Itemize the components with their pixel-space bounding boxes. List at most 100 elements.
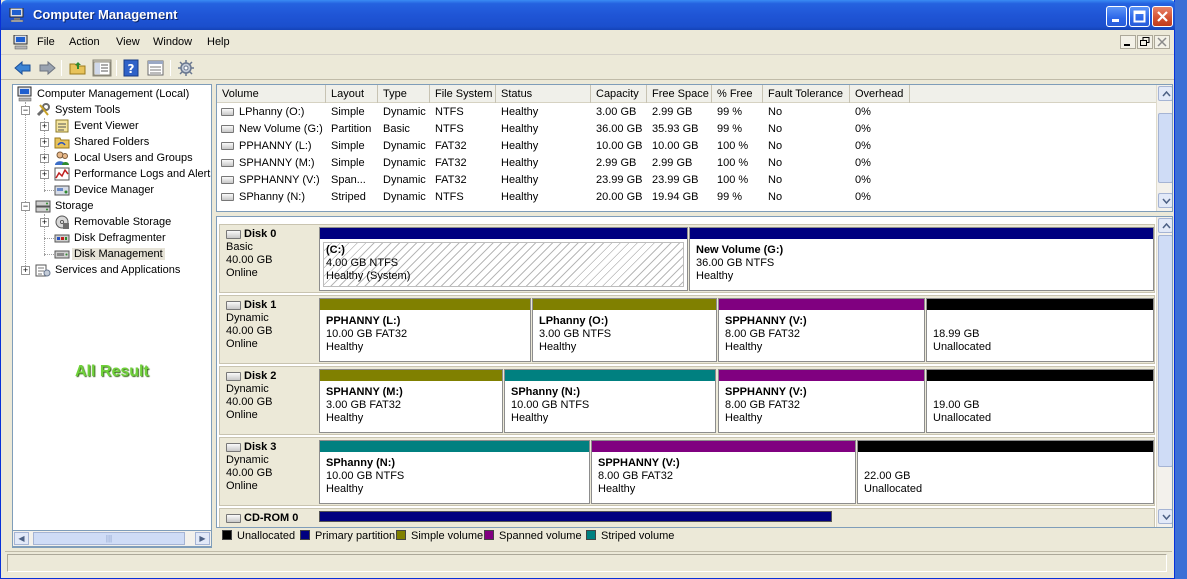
computer-icon[interactable] [13, 35, 29, 50]
partition-text: 18.99 GB Unallocated [933, 315, 991, 354]
partition[interactable]: SPPHANNY (V:) 8.00 GB FAT32 Healthy [718, 298, 925, 362]
column-header-file-system[interactable]: File System [430, 85, 496, 103]
disk-row-3[interactable]: Disk 3 Dynamic 40.00 GB Online SPhanny (N:) 1… [219, 437, 1155, 506]
column-header-capacity[interactable]: Capacity [591, 85, 647, 103]
volume-row[interactable]: SPHANNY (M:) Simple Dynamic FAT32 Healthy 2.9… [217, 155, 1157, 172]
column-header-type[interactable]: Type [378, 85, 430, 103]
unallocated-space[interactable]: 19.00 GB Unallocated [926, 369, 1154, 433]
expand-toggle[interactable]: + [40, 218, 49, 227]
title-bar[interactable]: Computer Management [1, 0, 1176, 30]
show-hide-tree-icon[interactable] [92, 59, 112, 77]
column-header-volume[interactable]: Volume [217, 85, 326, 103]
volume-row[interactable]: SPhanny (N:) Striped Dynamic NTFS Healthy 20.… [217, 189, 1157, 206]
partition-status: Healthy [326, 412, 364, 424]
maximize-button[interactable] [1129, 6, 1150, 27]
scroll-up-button[interactable] [1158, 218, 1172, 233]
partition[interactable]: (C:) 4.00 GB NTFS Healthy (System) [319, 227, 688, 291]
collapse-toggle[interactable]: − [21, 106, 30, 115]
disk-row-0[interactable]: Disk 0 Basic 40.00 GB Online (C:) 4.00 GB NTF… [219, 224, 1155, 293]
partition-size: 8.00 GB FAT32 [725, 328, 801, 340]
expand-toggle[interactable]: + [40, 170, 49, 179]
child-minimize-button[interactable] [1120, 35, 1136, 49]
disk-name-text: Disk 0 [244, 228, 277, 240]
cell-status: Healthy [501, 106, 539, 118]
partition[interactable]: SPPHANNY (V:) 8.00 GB FAT32 Healthy [718, 369, 925, 433]
disk-view-scrollbar[interactable] [1156, 217, 1172, 527]
cell-fault-tolerance: No [768, 140, 783, 152]
column-header-overhead[interactable]: Overhead [850, 85, 910, 103]
partition[interactable]: SPhanny (N:) 10.00 GB NTFS Healthy [504, 369, 716, 433]
cdrom-media-bar[interactable] [319, 511, 832, 522]
volume-list-scrollbar[interactable] [1156, 85, 1172, 211]
menu-action[interactable]: Action [69, 36, 100, 48]
storage-icon [35, 200, 51, 213]
partition[interactable]: SPHANNY (M:) 3.00 GB FAT32 Healthy [319, 369, 503, 433]
disk-size: 40.00 GB [226, 325, 273, 337]
menu-view[interactable]: View [116, 36, 140, 48]
legend-swatch [300, 530, 310, 540]
disk-name: Disk 0 [226, 228, 317, 241]
child-close-button[interactable] [1154, 35, 1170, 49]
cell-type: Dynamic [383, 106, 426, 118]
partition[interactable]: PPHANNY (L:) 10.00 GB FAT32 Healthy [319, 298, 531, 362]
scroll-down-button[interactable] [1158, 509, 1172, 524]
scroll-left-button[interactable]: ◀ [14, 532, 29, 545]
scroll-right-button[interactable]: ▶ [195, 532, 210, 545]
partition[interactable]: New Volume (G:) 36.00 GB NTFS Healthy [689, 227, 1154, 291]
legend-label: Unallocated [237, 530, 296, 542]
column-header-status[interactable]: Status [496, 85, 591, 103]
volume-row[interactable]: LPhanny (O:) Simple Dynamic NTFS Healthy 3.00… [217, 104, 1157, 121]
partition-status: Healthy [725, 412, 763, 424]
volume-row[interactable]: PPHANNY (L:) Simple Dynamic FAT32 Healthy 10.… [217, 138, 1157, 155]
cell-capacity: 23.99 GB [596, 174, 643, 186]
partition-color-bar [320, 441, 589, 452]
minimize-button[interactable] [1106, 6, 1127, 27]
disk-row-cdrom[interactable]: CD-ROM 0 [219, 508, 1155, 527]
properties-icon[interactable] [176, 59, 196, 77]
scroll-down-button[interactable] [1158, 193, 1172, 208]
partition[interactable]: LPhanny (O:) 3.00 GB NTFS Healthy [532, 298, 717, 362]
collapse-toggle[interactable]: − [21, 202, 30, 211]
cell-overhead: 0% [855, 174, 871, 186]
tree-horizontal-scrollbar[interactable]: ◀ ||| ▶ [12, 530, 212, 547]
help-icon[interactable]: ? [122, 59, 142, 77]
scroll-thumb[interactable]: ||| [33, 532, 185, 545]
child-restore-button[interactable] [1137, 35, 1153, 49]
volume-row[interactable]: SPPHANNY (V:) Span... Dynamic FAT32 Healthy 2… [217, 172, 1157, 189]
volume-row[interactable]: New Volume (G:) Partition Basic NTFS Healthy… [217, 121, 1157, 138]
menu-file[interactable]: File [37, 36, 55, 48]
forward-arrow-icon[interactable] [37, 59, 57, 77]
cell-percent-free: 99 % [717, 191, 743, 203]
up-folder-icon[interactable] [68, 59, 88, 77]
export-list-icon[interactable] [146, 59, 166, 77]
menu-window[interactable]: Window [153, 36, 192, 48]
cell-overhead: 0% [855, 106, 871, 118]
column-header-percent-free[interactable]: % Free [712, 85, 763, 103]
expand-toggle[interactable]: + [21, 266, 30, 275]
unallocated-space[interactable]: 18.99 GB Unallocated [926, 298, 1154, 362]
expand-toggle[interactable]: + [40, 154, 49, 163]
cell-overhead: 0% [855, 140, 871, 152]
cdrom-name: CD-ROM 0 [244, 512, 299, 524]
unallocated-space[interactable]: 22.00 GB Unallocated [857, 440, 1154, 504]
partition-size: 19.00 GB [933, 399, 980, 411]
window-title: Computer Management [33, 7, 178, 22]
menu-help[interactable]: Help [207, 36, 230, 48]
column-header-free-space[interactable]: Free Space [647, 85, 712, 103]
disk-label: Disk 3 Dynamic 40.00 GB Online [220, 438, 317, 505]
scroll-thumb[interactable] [1158, 113, 1172, 183]
expand-toggle[interactable]: + [40, 122, 49, 131]
column-header-layout[interactable]: Layout [326, 85, 378, 103]
expand-toggle[interactable]: + [40, 138, 49, 147]
disk-row-1[interactable]: Disk 1 Dynamic 40.00 GB Online PPHANNY (L:) 1… [219, 295, 1155, 364]
column-header-fault-tolerance[interactable]: Fault Tolerance [763, 85, 850, 103]
partition-size: 4.00 GB NTFS [326, 257, 399, 269]
device-manager-icon [54, 185, 70, 196]
close-button[interactable] [1152, 6, 1173, 27]
disk-row-2[interactable]: Disk 2 Dynamic 40.00 GB Online SPHANNY (M:) 3… [219, 366, 1155, 435]
back-arrow-icon[interactable] [13, 59, 33, 77]
partition[interactable]: SPPHANNY (V:) 8.00 GB FAT32 Healthy [591, 440, 856, 504]
partition[interactable]: SPhanny (N:) 10.00 GB NTFS Healthy [319, 440, 590, 504]
scroll-thumb[interactable] [1158, 235, 1172, 467]
scroll-up-button[interactable] [1158, 86, 1172, 101]
